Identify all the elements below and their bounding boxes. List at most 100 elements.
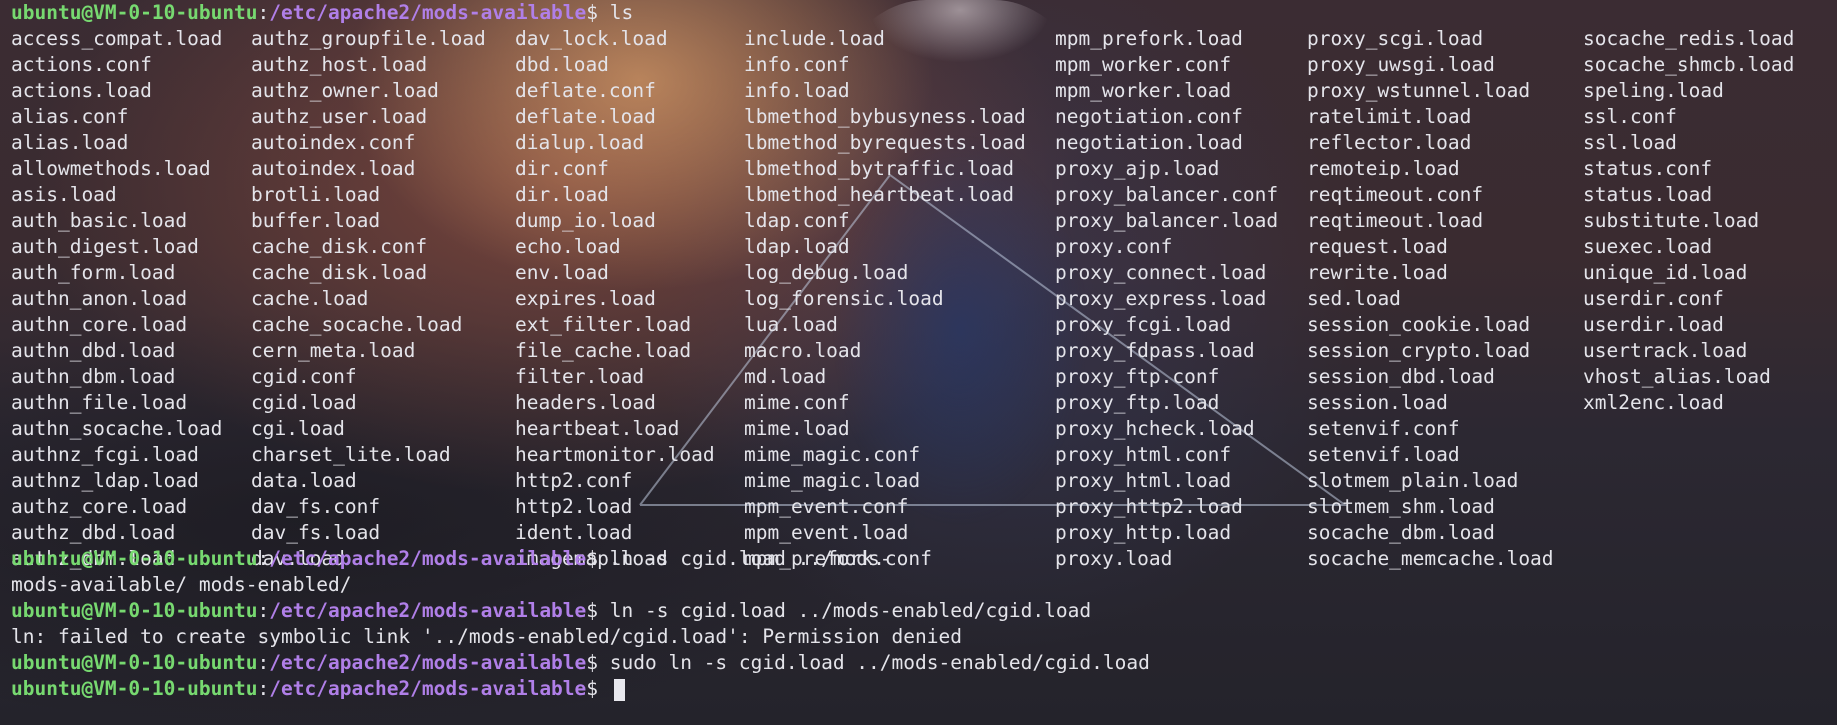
ls-entry: setenvif.conf (1307, 417, 1460, 440)
ls-entry: authz_groupfile.load (251, 27, 486, 50)
text-cursor (613, 678, 625, 701)
prompt-path: /etc/apache2/mods-available (269, 547, 587, 570)
prompt-user-host: ubuntu@VM-0-10-ubuntu (11, 677, 258, 700)
ls-entry: authn_dbm.load (11, 365, 176, 388)
prompt-colon: : (257, 651, 270, 674)
prompt-dollar: $ (586, 547, 599, 570)
ls-entry: lbmethod_bybusyness.load (744, 105, 1026, 128)
command-input[interactable] (598, 677, 610, 700)
ls-entry: macro.load (744, 339, 862, 362)
ls-entry: heartbeat.load (515, 417, 680, 440)
ls-entry: authnz_ldap.load (11, 469, 199, 492)
ls-entry: ldap.load (744, 235, 850, 258)
ls-entry: authn_socache.load (11, 417, 223, 440)
ls-entry: authz_user.load (251, 105, 428, 128)
ls-entry: info.conf (744, 53, 850, 76)
ls-entry: socache_redis.load (1583, 27, 1795, 50)
ls-entry: cgid.load (251, 391, 357, 414)
ls-entry: remoteip.load (1307, 157, 1460, 180)
ls-entry: dav_fs.conf (251, 495, 381, 518)
ls-entry: echo.load (515, 235, 621, 258)
ls-entry: unique_id.load (1583, 261, 1748, 284)
prompt-user-host: ubuntu@VM-0-10-ubuntu (11, 599, 258, 622)
ls-entry: ldap.conf (744, 209, 850, 232)
ls-entry: authn_anon.load (11, 287, 188, 310)
ls-entry: mime.conf (744, 391, 850, 414)
ls-entry: ssl.load (1583, 131, 1677, 154)
ls-entry: deflate.load (515, 105, 656, 128)
ls-entry: ssl.conf (1583, 105, 1677, 128)
ls-entry: speling.load (1583, 79, 1724, 102)
ls-entry: slotmem_plain.load (1307, 469, 1519, 492)
ls-entry: mime_magic.load (744, 469, 921, 492)
ls-entry: log_forensic.load (744, 287, 944, 310)
ls-entry: access_compat.load (11, 27, 223, 50)
prompt-line: ubuntu@VM-0-10-ubuntu:/etc/apache2/mods-… (11, 598, 1837, 624)
ls-entry: slotmem_shm.load (1307, 495, 1495, 518)
ls-entry: auth_form.load (11, 261, 176, 284)
ls-entry: reqtimeout.load (1307, 209, 1484, 232)
ls-column: socache_redis.load socache_shmcb.load spel… (1583, 26, 1794, 416)
ls-entry: proxy_fdpass.load (1055, 339, 1255, 362)
ls-entry: authz_host.load (251, 53, 428, 76)
ls-entry: autoindex.conf (251, 131, 416, 154)
command-text: sudo ln -s cgid.load ../mods-enabled/cgi… (598, 651, 1150, 674)
ls-entry: mpm_prefork.load (1055, 27, 1243, 50)
ls-entry: substitute.load (1583, 209, 1760, 232)
ls-entry: log_debug.load (744, 261, 909, 284)
ls-entry: request.load (1307, 235, 1448, 258)
terminal-window[interactable]: ubuntu@VM-0-10-ubuntu:/etc/apache2/mods-… (11, 0, 1837, 725)
prompt-path: /etc/apache2/mods-available (269, 1, 587, 24)
prompt-colon: : (257, 547, 270, 570)
ls-entry: brotli.load (251, 183, 381, 206)
ls-entry: cache_disk.conf (251, 235, 428, 258)
ls-entry: proxy_ftp.conf (1055, 365, 1220, 388)
ls-entry: dav_lock.load (515, 27, 668, 50)
ls-entry: status.load (1583, 183, 1713, 206)
ls-entry: ident.load (515, 521, 633, 544)
ls-entry: deflate.conf (515, 79, 656, 102)
ls-entry: allowmethods.load (11, 157, 211, 180)
ls-column: include.load info.conf info.load lbmethod_b… (744, 26, 1026, 572)
ls-entry: sed.load (1307, 287, 1401, 310)
ls-entry: vhost_alias.load (1583, 365, 1771, 388)
ls-entry: dump_io.load (515, 209, 656, 232)
ls-entry: expires.load (515, 287, 656, 310)
ls-entry: authz_core.load (11, 495, 188, 518)
command-text: ln -s cgid.load ../mods- (598, 547, 892, 570)
ls-output: access_compat.load actions.conf actions.lo… (11, 26, 1837, 570)
ls-entry: authnz_fcgi.load (11, 443, 199, 466)
ls-entry: proxy.conf (1055, 235, 1173, 258)
ls-entry: proxy_connect.load (1055, 261, 1267, 284)
prompt-dollar: $ (586, 599, 599, 622)
ls-entry: lbmethod_bytraffic.load (744, 157, 1015, 180)
ls-entry: status.conf (1583, 157, 1713, 180)
ls-entry: mpm_worker.conf (1055, 53, 1232, 76)
ls-entry: include.load (744, 27, 885, 50)
active-prompt-line[interactable]: ubuntu@VM-0-10-ubuntu:/etc/apache2/mods-… (11, 676, 1837, 702)
ls-entry: negotiation.conf (1055, 105, 1243, 128)
ls-entry: mpm_worker.load (1055, 79, 1232, 102)
ls-entry: dialup.load (515, 131, 645, 154)
ls-entry: suexec.load (1583, 235, 1713, 258)
command-text: ls (598, 1, 634, 24)
ls-entry: proxy_balancer.conf (1055, 183, 1279, 206)
ls-entry: authn_core.load (11, 313, 188, 336)
ls-entry: data.load (251, 469, 357, 492)
ls-column: proxy_scgi.load proxy_uwsgi.load proxy_wst… (1307, 26, 1554, 572)
ls-entry: cgid.conf (251, 365, 357, 388)
prompt-user-host: ubuntu@VM-0-10-ubuntu (11, 1, 258, 24)
ls-entry: info.load (744, 79, 850, 102)
ls-entry: autoindex.load (251, 157, 416, 180)
ls-entry: cache_disk.load (251, 261, 428, 284)
ls-entry: heartmonitor.load (515, 443, 715, 466)
ls-entry: proxy_balancer.load (1055, 209, 1279, 232)
ls-entry: headers.load (515, 391, 656, 414)
ls-entry: cgi.load (251, 417, 345, 440)
ls-entry: authz_owner.load (251, 79, 439, 102)
prompt-colon: : (257, 1, 270, 24)
ls-entry: alias.conf (11, 105, 129, 128)
prompt-user-host: ubuntu@VM-0-10-ubuntu (11, 651, 258, 674)
ls-entry: proxy_html.load (1055, 469, 1232, 492)
ls-entry: dir.conf (515, 157, 609, 180)
